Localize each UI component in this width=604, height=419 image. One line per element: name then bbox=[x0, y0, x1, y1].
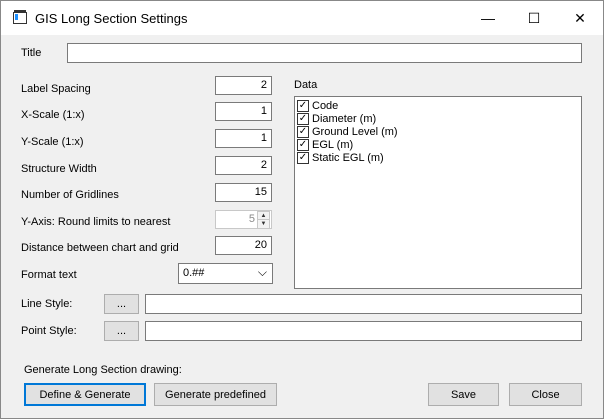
data-item-label: EGL (m) bbox=[312, 138, 354, 151]
data-listbox[interactable]: ✓ Code ✓ Diameter (m) ✓ Ground Level (m)… bbox=[294, 96, 582, 289]
data-item-code[interactable]: ✓ Code bbox=[297, 99, 579, 112]
round-limits-spinner[interactable]: 5 ▲ ▼ bbox=[215, 210, 272, 229]
data-item-egl[interactable]: ✓ EGL (m) bbox=[297, 138, 579, 151]
distance-label: Distance between chart and grid bbox=[21, 242, 179, 254]
yscale-label: Y-Scale (1:x) bbox=[21, 136, 84, 148]
maximize-button[interactable]: ☐ bbox=[511, 1, 557, 35]
xscale-input[interactable]: 1 bbox=[215, 102, 272, 121]
dialog-window: GIS Long Section Settings — ☐ ✕ Title La… bbox=[0, 0, 604, 419]
gridlines-input[interactable]: 15 bbox=[215, 183, 272, 202]
window-title: GIS Long Section Settings bbox=[35, 11, 188, 26]
checkbox-icon[interactable]: ✓ bbox=[297, 112, 309, 125]
data-item-diameter[interactable]: ✓ Diameter (m) bbox=[297, 112, 579, 125]
data-item-label: Ground Level (m) bbox=[312, 125, 398, 138]
distance-input[interactable]: 20 bbox=[215, 236, 272, 255]
generate-predefined-button[interactable]: Generate predefined bbox=[154, 383, 277, 406]
app-icon bbox=[13, 10, 27, 24]
checkbox-icon[interactable]: ✓ bbox=[297, 99, 309, 112]
close-button[interactable]: Close bbox=[509, 383, 582, 406]
title-input[interactable] bbox=[67, 43, 582, 63]
label-spacing-label: Label Spacing bbox=[21, 83, 91, 95]
point-style-input[interactable] bbox=[145, 321, 582, 341]
xscale-label: X-Scale (1:x) bbox=[21, 109, 85, 121]
data-item-ground-level[interactable]: ✓ Ground Level (m) bbox=[297, 125, 579, 138]
format-select[interactable]: 0.## ⌵ bbox=[178, 263, 273, 284]
checkbox-icon[interactable]: ✓ bbox=[297, 125, 309, 138]
spin-down-icon[interactable]: ▼ bbox=[257, 219, 270, 229]
data-item-label: Static EGL (m) bbox=[312, 151, 384, 164]
save-button[interactable]: Save bbox=[428, 383, 499, 406]
data-item-label: Diameter (m) bbox=[312, 112, 377, 125]
checkbox-icon[interactable]: ✓ bbox=[297, 138, 309, 151]
structure-width-label: Structure Width bbox=[21, 163, 97, 175]
round-limits-value: 5 bbox=[248, 213, 255, 225]
close-window-button[interactable]: ✕ bbox=[557, 1, 603, 35]
chevron-down-icon: ⌵ bbox=[257, 265, 267, 279]
format-label: Format text bbox=[21, 269, 77, 281]
data-label: Data bbox=[294, 79, 318, 91]
label-spacing-input[interactable]: 2 bbox=[215, 76, 272, 95]
structure-width-input[interactable]: 2 bbox=[215, 156, 272, 175]
yscale-input[interactable]: 1 bbox=[215, 129, 272, 148]
format-value: 0.## bbox=[183, 267, 205, 279]
line-style-label: Line Style: bbox=[21, 298, 73, 310]
data-item-label: Code bbox=[312, 99, 339, 112]
line-style-input[interactable] bbox=[145, 294, 582, 314]
point-style-label: Point Style: bbox=[21, 325, 77, 337]
round-limits-label: Y-Axis: Round limits to nearest bbox=[21, 216, 171, 228]
point-style-browse-button[interactable]: ... bbox=[104, 321, 139, 341]
data-item-static-egl[interactable]: ✓ Static EGL (m) bbox=[297, 151, 579, 164]
title-label: Title bbox=[21, 47, 42, 59]
define-generate-button[interactable]: Define & Generate bbox=[24, 383, 146, 406]
generate-caption: Generate Long Section drawing: bbox=[24, 364, 182, 376]
gridlines-label: Number of Gridlines bbox=[21, 189, 119, 201]
line-style-browse-button[interactable]: ... bbox=[104, 294, 139, 314]
title-bar: GIS Long Section Settings — ☐ ✕ bbox=[1, 1, 603, 35]
minimize-button[interactable]: — bbox=[465, 1, 511, 35]
checkbox-icon[interactable]: ✓ bbox=[297, 151, 309, 164]
